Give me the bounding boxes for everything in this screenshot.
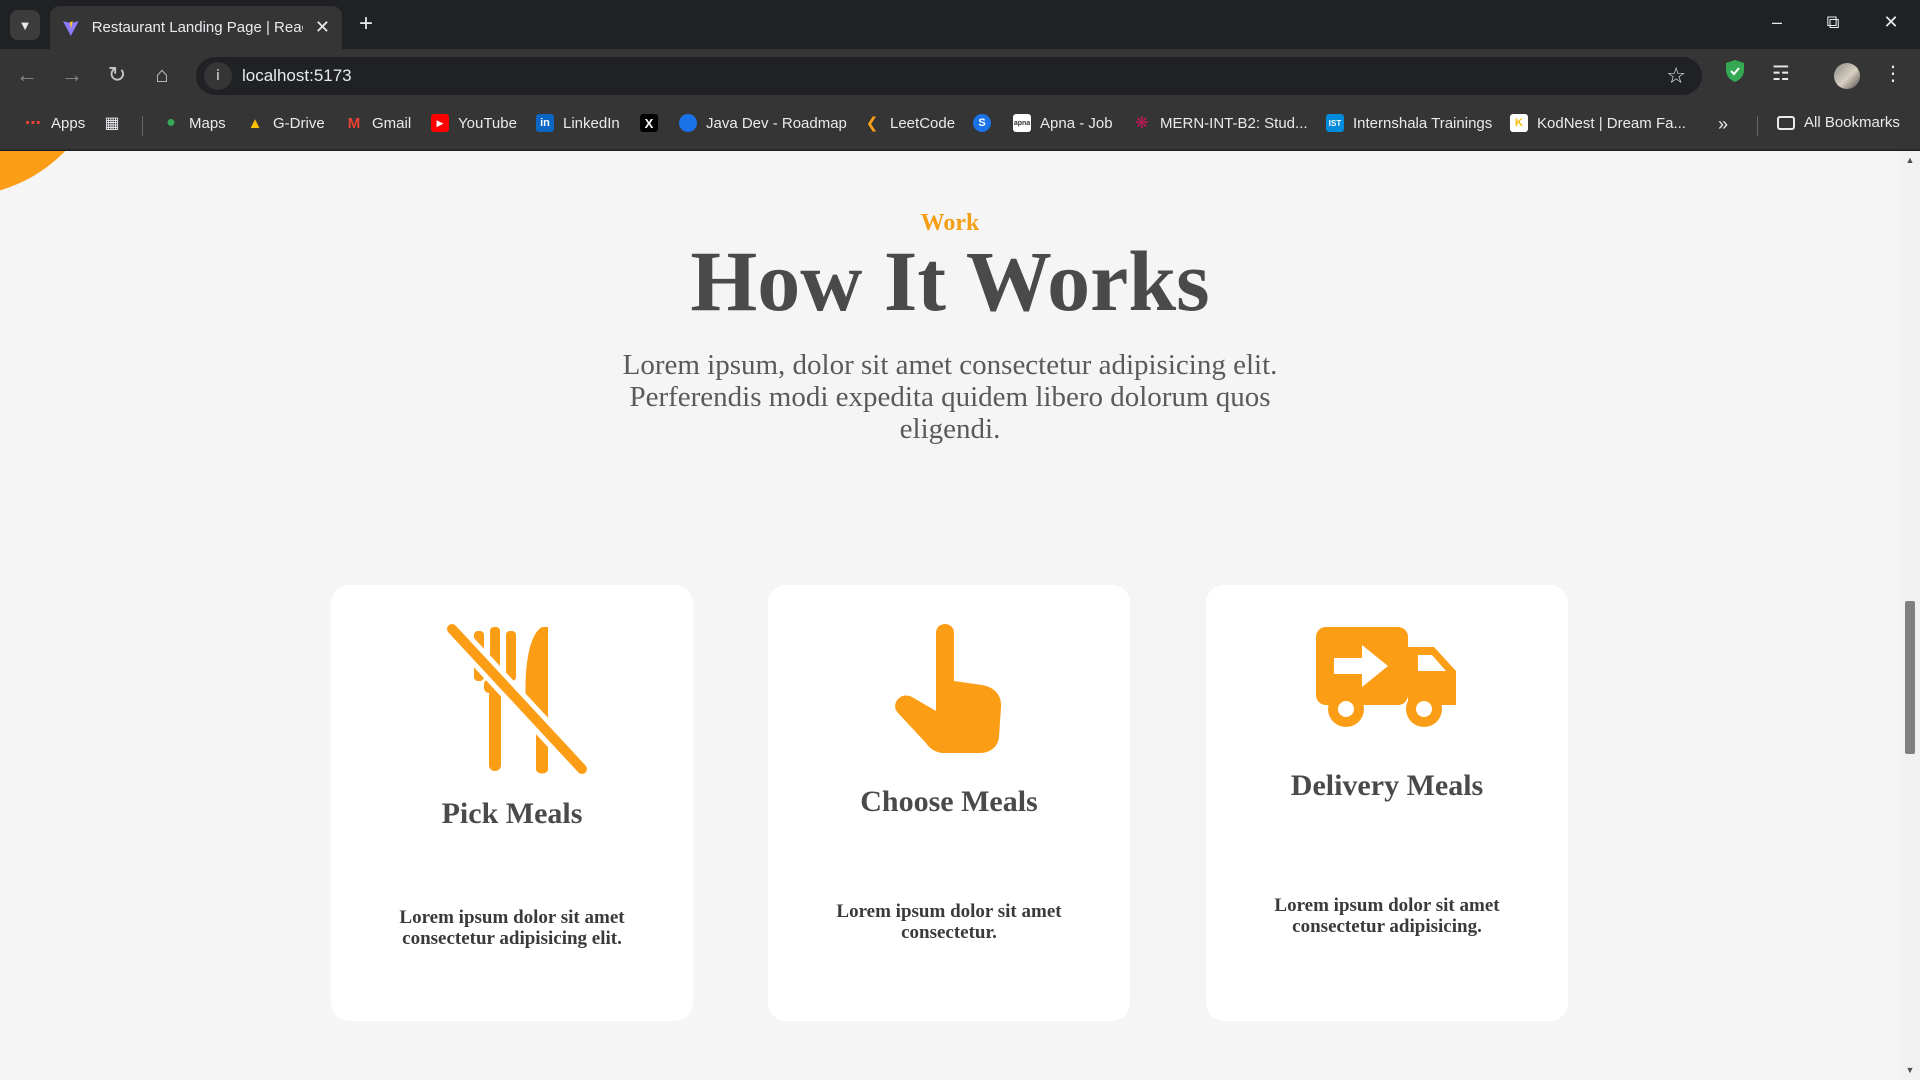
all-bookmarks-button[interactable]: All Bookmarks — [1777, 114, 1900, 131]
page-viewport: Work How It Works Lorem ipsum, dolor sit… — [0, 151, 1900, 1080]
step-card-choose-meals: Choose Meals Lorem ipsum dolor sit amet … — [768, 585, 1130, 1021]
bookmark-gdrive[interactable]: ▲ G-Drive — [246, 114, 325, 132]
card-title: Delivery Meals — [1290, 769, 1484, 802]
more-bookmarks-chevron-icon[interactable]: » — [1718, 114, 1728, 135]
profile-avatar[interactable] — [1834, 63, 1860, 89]
bookmark-maps[interactable]: ● Maps — [162, 114, 226, 132]
internshala-icon: IST — [1326, 114, 1344, 132]
tab-title: Restaurant Landing Page | React — [91, 19, 303, 36]
bookmark-label: Apna - Job — [1040, 114, 1113, 132]
reload-icon[interactable]: ↻ — [103, 61, 131, 89]
bookmark-linkedin[interactable]: in LinkedIn — [536, 114, 620, 132]
section-description: Lorem ipsum, dolor sit amet consectetur … — [622, 349, 1278, 445]
extensions-puzzle-icon[interactable]: ☶ — [1766, 59, 1796, 89]
card-title: Pick Meals — [441, 797, 583, 830]
minimize-icon[interactable]: – — [1762, 12, 1792, 33]
bookmark-gmail[interactable]: M Gmail — [345, 114, 411, 132]
card-title: Choose Meals — [860, 785, 1038, 818]
bookmark-label: LeetCode — [890, 114, 956, 132]
bookmark-separator — [142, 116, 143, 136]
tab-search-button[interactable]: ▼ — [10, 10, 40, 40]
close-tab-icon[interactable]: ✕ — [315, 17, 330, 38]
bookmark-star-icon[interactable]: ☆ — [1666, 63, 1686, 89]
bookmark-label: Internshala Trainings — [1353, 114, 1493, 132]
gmail-icon: M — [347, 114, 361, 132]
bookmark-internshala[interactable]: IST Internshala Trainings — [1326, 114, 1492, 132]
grid-icon: ▦ — [104, 115, 120, 132]
scroll-up-arrow-icon[interactable]: ▲ — [1904, 155, 1916, 165]
chevron-down-icon: ▼ — [18, 17, 32, 33]
utensils-slash-icon — [331, 619, 693, 779]
linkedin-icon: in — [536, 114, 554, 132]
tab-strip: ▼ Restaurant Landing Page | React ✕ + – … — [0, 0, 1920, 49]
card-text: Lorem ipsum dolor sit amet consectetur a… — [1274, 895, 1500, 937]
bookmark-s[interactable]: S — [973, 114, 1000, 132]
google-drive-icon: ▲ — [247, 114, 263, 132]
bookmark-youtube[interactable]: ▶ YouTube — [431, 114, 517, 132]
kodnest-icon: K — [1510, 114, 1528, 132]
apna-icon: apna — [1013, 114, 1031, 132]
s-logo-icon: S — [973, 114, 991, 132]
bookmark-label: MERN-INT-B2: Stud... — [1160, 114, 1308, 132]
bookmark-apps[interactable]: ⋯ Apps — [24, 114, 86, 133]
card-text: Lorem ipsum dolor sit amet consectetur a… — [399, 907, 625, 949]
decorative-blob — [0, 151, 117, 212]
back-icon[interactable]: ← — [13, 61, 41, 89]
shield-extension-icon[interactable] — [1720, 59, 1750, 89]
restore-icon[interactable]: ⧉ — [1818, 12, 1848, 33]
step-card-delivery-meals: Delivery Meals Lorem ipsum dolor sit ame… — [1206, 585, 1568, 1021]
bookmarks-bar: ⋯ Apps ▦ ● Maps ▲ G-Drive M Gmail ▶ YouT… — [0, 100, 1920, 150]
bookmark-label: Gmail — [372, 114, 412, 132]
bookmark-mern[interactable]: ❋ MERN-INT-B2: Stud... — [1133, 114, 1308, 133]
mern-icon: ❋ — [1135, 115, 1149, 132]
bookmark-leetcode[interactable]: ❮ LeetCode — [863, 114, 956, 133]
browser-toolbar: ← → ↻ ⌂ i localhost:5173 ☆ ☶ ⋮ — [0, 49, 1920, 100]
bookmark-label: G-Drive — [273, 114, 325, 132]
active-tab[interactable]: Restaurant Landing Page | React ✕ — [50, 6, 342, 49]
leetcode-icon: ❮ — [865, 115, 879, 132]
bookmark-label: Maps — [189, 114, 226, 132]
folder-icon — [1777, 115, 1795, 130]
bookmark-x[interactable]: X — [640, 114, 667, 132]
hand-pointer-icon — [768, 619, 1130, 759]
card-text: Lorem ipsum dolor sit amet consectetur. — [836, 901, 1062, 943]
bookmark-label: Apps — [51, 114, 86, 132]
home-icon[interactable]: ⌂ — [148, 61, 176, 89]
tab-groups-button[interactable]: ▦ — [103, 114, 130, 132]
scroll-thumb[interactable] — [1905, 601, 1915, 754]
bookmark-label: Java Dev - Roadmap — [706, 114, 847, 132]
apps-grid-icon: ⋯ — [25, 115, 41, 132]
bookmark-java-roadmap[interactable]: Java Dev - Roadmap — [679, 114, 847, 132]
url-text[interactable]: localhost:5173 — [242, 66, 352, 86]
roadmap-icon — [679, 114, 697, 132]
all-bookmarks-label: All Bookmarks — [1804, 114, 1900, 131]
maps-pin-icon: ● — [166, 114, 176, 131]
address-bar[interactable]: i localhost:5173 ☆ — [196, 57, 1702, 95]
bookmark-label: KodNest | Dream Fa... — [1537, 114, 1686, 132]
vite-icon — [62, 20, 79, 36]
close-window-icon[interactable]: ✕ — [1876, 12, 1906, 33]
new-tab-button[interactable]: + — [352, 11, 380, 39]
forward-icon[interactable]: → — [58, 61, 86, 89]
more-menu-icon[interactable]: ⋮ — [1878, 59, 1908, 89]
bookmark-apna[interactable]: apna Apna - Job — [1013, 114, 1113, 132]
bookmark-label: LinkedIn — [563, 114, 620, 132]
bookmark-separator — [1757, 116, 1758, 136]
section-title: How It Works — [690, 233, 1210, 329]
bookmark-kodnest[interactable]: K KodNest | Dream Fa... — [1510, 114, 1686, 132]
x-logo-icon: X — [640, 114, 658, 132]
delivery-truck-icon — [1206, 625, 1568, 729]
bookmark-label: YouTube — [458, 114, 517, 132]
page-scrollbar[interactable]: ▲ ▼ — [1900, 151, 1920, 1080]
site-info-icon[interactable]: i — [204, 62, 232, 90]
youtube-icon: ▶ — [431, 114, 449, 132]
step-card-pick-meals: Pick Meals Lorem ipsum dolor sit amet co… — [331, 585, 693, 1021]
scroll-down-arrow-icon[interactable]: ▼ — [1904, 1065, 1916, 1075]
